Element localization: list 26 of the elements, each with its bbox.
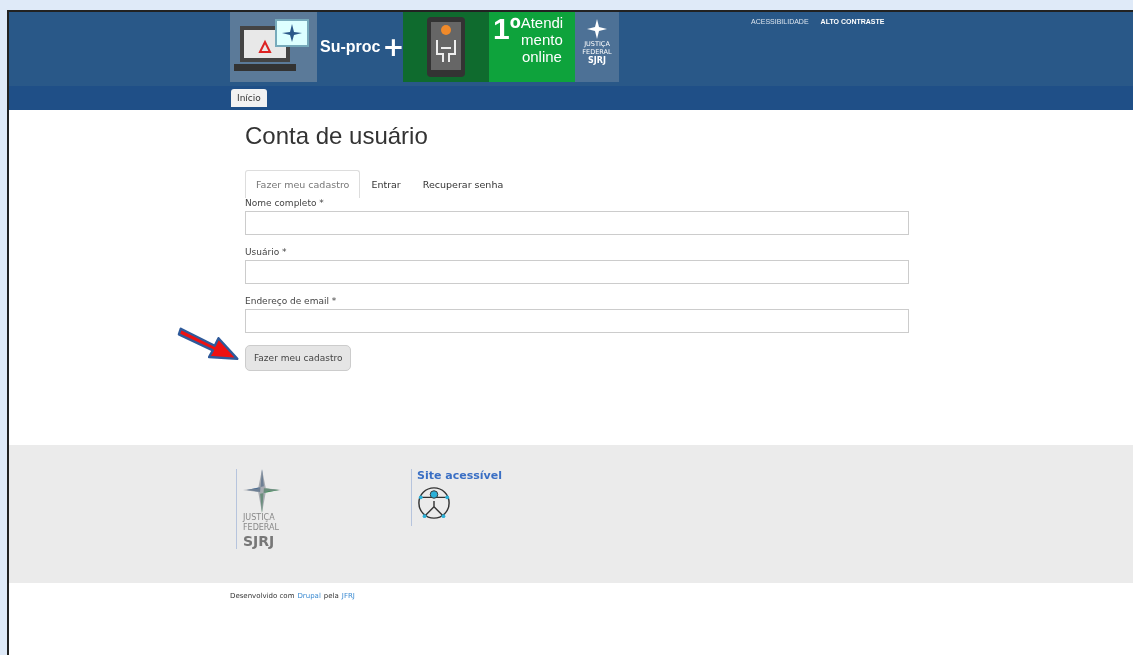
- banner-title: Su-proc: [320, 38, 381, 56]
- logo-text: SJRJ: [243, 533, 275, 549]
- input-field[interactable]: [245, 211, 909, 235]
- ordinal-number: 1º: [493, 14, 521, 44]
- campaign-text: online: [521, 48, 562, 65]
- logo-text: SJRJ: [588, 56, 606, 65]
- tab[interactable]: Entrar: [360, 170, 412, 198]
- nav-tab[interactable]: Início: [231, 89, 267, 107]
- plus-sign: +: [382, 34, 405, 60]
- input-field[interactable]: [245, 309, 909, 333]
- logo-text: FEDERAL: [243, 523, 280, 533]
- tablet-meeting-icon: [403, 12, 489, 82]
- campaign-text: mento: [521, 31, 563, 48]
- accessibility-icon: [417, 486, 451, 520]
- submit-button[interactable]: Fazer meu cadastro: [245, 345, 352, 371]
- campaign-text: Atendi: [520, 14, 564, 31]
- input-field[interactable]: [245, 260, 909, 284]
- field-label: Endereço de email *: [245, 296, 338, 306]
- page-title: Conta de usuário: [245, 122, 429, 150]
- star-logo-icon: [587, 18, 607, 40]
- tab[interactable]: Fazer meu cadastro: [245, 170, 361, 198]
- accessible-site-title: Site acessível: [417, 469, 502, 482]
- logo-text: JUSTIÇA: [243, 513, 275, 523]
- field-label: Usuário *: [245, 247, 288, 257]
- field-label: Nome completo *: [245, 198, 325, 208]
- tab[interactable]: Recuperar senha: [411, 170, 515, 198]
